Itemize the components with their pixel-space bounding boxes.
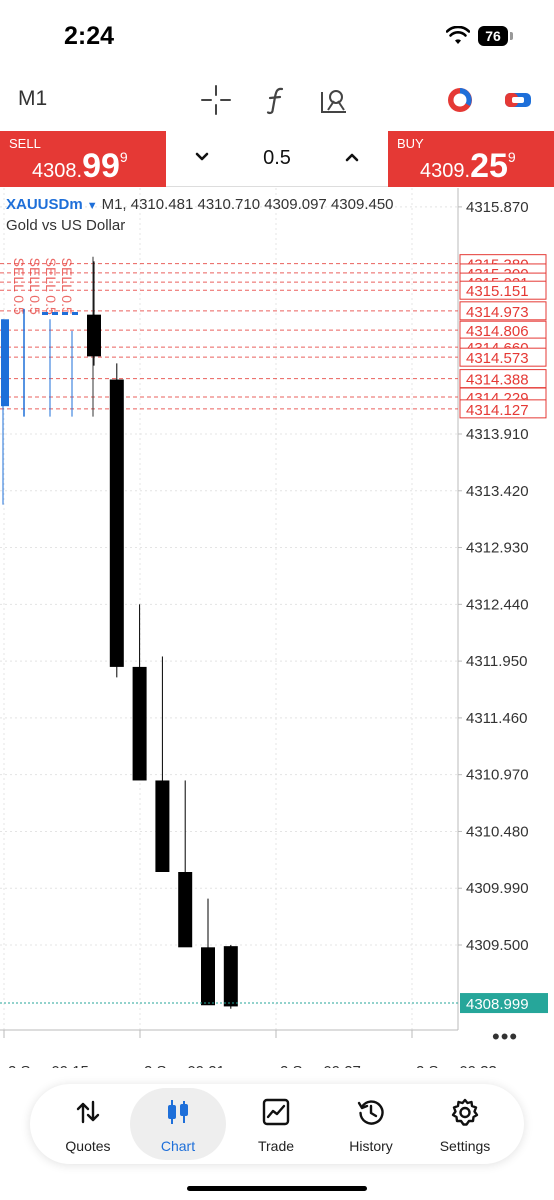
bid-tick-block xyxy=(1,319,9,407)
price-tick-label: 4311.460 xyxy=(466,710,527,727)
sell-price-pips: 99 xyxy=(82,147,120,185)
battery-tip xyxy=(510,32,513,40)
chart-toolbar: M1 xyxy=(0,72,554,130)
price-chart[interactable]: 4315.870 4313.910 4313.420 4312.930 4312.440… xyxy=(0,188,554,1068)
order-tag: SELL 0.5 xyxy=(43,258,59,315)
timeframe-button[interactable]: M1 xyxy=(18,87,47,111)
sell-button[interactable]: SELL 4308.999 xyxy=(0,131,166,187)
trade-chart-icon xyxy=(262,1098,290,1126)
order-level-label: 4314.127 xyxy=(466,402,529,419)
battery-icon: 76 xyxy=(478,26,508,46)
objects-icon[interactable] xyxy=(318,84,350,116)
sell-price-main: 4308. xyxy=(32,160,83,182)
order-tag: SELL 0.5 xyxy=(11,258,27,315)
buy-price: 4309.259 xyxy=(420,147,516,186)
nav-trade[interactable]: Trade xyxy=(228,1088,324,1160)
more-icon[interactable]: ••• xyxy=(492,1024,518,1050)
buy-button[interactable]: BUY 4309.259 xyxy=(388,131,554,187)
price-tick-label: 4310.480 xyxy=(466,823,529,840)
history-icon xyxy=(357,1100,384,1125)
price-tick-label: 4312.440 xyxy=(466,596,529,613)
candlestick-icon xyxy=(168,1100,188,1124)
gear-icon xyxy=(451,1098,479,1126)
nav-chart[interactable]: Chart xyxy=(130,1088,226,1160)
order-level-label: 4314.973 xyxy=(466,304,529,321)
caret-down-icon[interactable]: ▼ xyxy=(87,200,98,212)
price-tick-label: 4309.500 xyxy=(466,937,529,954)
indicators-icon[interactable] xyxy=(260,84,292,116)
candle-body xyxy=(155,780,170,872)
price-tick-label: 4309.990 xyxy=(466,880,529,897)
signals-icon[interactable] xyxy=(444,84,476,116)
price-tick-label: 4313.420 xyxy=(466,483,529,500)
symbol-name[interactable]: XAUUSDm xyxy=(6,196,83,213)
nav-history-label: History xyxy=(349,1138,393,1154)
bottom-navigation: Quotes Chart Trade History Settings xyxy=(30,1084,524,1164)
buy-price-point: 9 xyxy=(507,149,516,165)
candle-body xyxy=(178,872,193,948)
order-level-label: 4314.573 xyxy=(466,350,529,367)
order-tag: SELL 0.5 xyxy=(27,258,43,315)
nav-chart-label: Chart xyxy=(160,1138,196,1154)
nav-quotes-label: Quotes xyxy=(65,1138,111,1154)
symbol-description: Gold vs US Dollar xyxy=(6,217,126,234)
buy-price-pips: 25 xyxy=(470,147,508,185)
price-tick-label: 4315.870 xyxy=(466,199,529,216)
nav-history[interactable]: History xyxy=(323,1088,419,1160)
order-level-label: 4314.388 xyxy=(466,372,529,389)
nav-settings-label: Settings xyxy=(439,1138,491,1154)
lot-selector: 0.5 xyxy=(166,131,388,187)
candle-body xyxy=(201,947,215,1006)
price-tick-label: 4313.910 xyxy=(466,426,529,443)
one-click-trading-icon[interactable] xyxy=(502,84,534,116)
time-tick-label: 2 Sep 09:33 xyxy=(416,1063,497,1068)
price-tick-label: 4312.930 xyxy=(466,540,529,557)
candle-body xyxy=(223,946,238,1007)
nav-trade-label: Trade xyxy=(257,1138,295,1154)
ohlc-readout: M1, 4310.481 4310.710 4309.097 4309.450 xyxy=(101,196,394,213)
candle-body xyxy=(109,379,124,667)
order-tag: SELL 0.5 xyxy=(59,258,75,315)
quotes-icon xyxy=(76,1100,100,1124)
status-time: 2:24 xyxy=(64,22,115,50)
sell-price: 4308.999 xyxy=(32,147,128,186)
home-indicator xyxy=(187,1186,367,1191)
candle-body xyxy=(132,666,147,781)
crosshair-icon[interactable] xyxy=(200,84,232,116)
one-click-trade-panel: SELL 4308.999 0.5 BUY 4309.259 xyxy=(0,131,554,187)
time-tick-label: 2 Sep 09:21 xyxy=(144,1063,225,1068)
price-tick-label: 4310.970 xyxy=(466,767,529,784)
buy-price-main: 4309. xyxy=(420,160,471,182)
current-price-label: 4308.999 xyxy=(466,996,529,1013)
status-bar: 2:24 76 xyxy=(0,0,554,72)
nav-settings[interactable]: Settings xyxy=(417,1088,513,1160)
time-tick-label: 2 Sep 09:15 xyxy=(8,1063,89,1068)
time-tick-label: 2 Sep 09:27 xyxy=(280,1063,361,1068)
chart-symbol-header[interactable]: XAUUSDm ▼ M1, 4310.481 4310.710 4309.097 4… xyxy=(6,196,394,213)
candle-body xyxy=(87,314,101,357)
price-tick-label: 4311.950 xyxy=(466,653,527,670)
sell-price-point: 9 xyxy=(119,149,128,165)
chart-canvas[interactable]: 4315.870 4313.910 4313.420 4312.930 4312.440… xyxy=(0,188,554,1068)
chevron-up-icon[interactable] xyxy=(340,145,364,169)
nav-quotes[interactable]: Quotes xyxy=(40,1088,136,1160)
wifi-icon xyxy=(446,26,470,44)
order-level-label: 4315.151 xyxy=(466,283,529,300)
